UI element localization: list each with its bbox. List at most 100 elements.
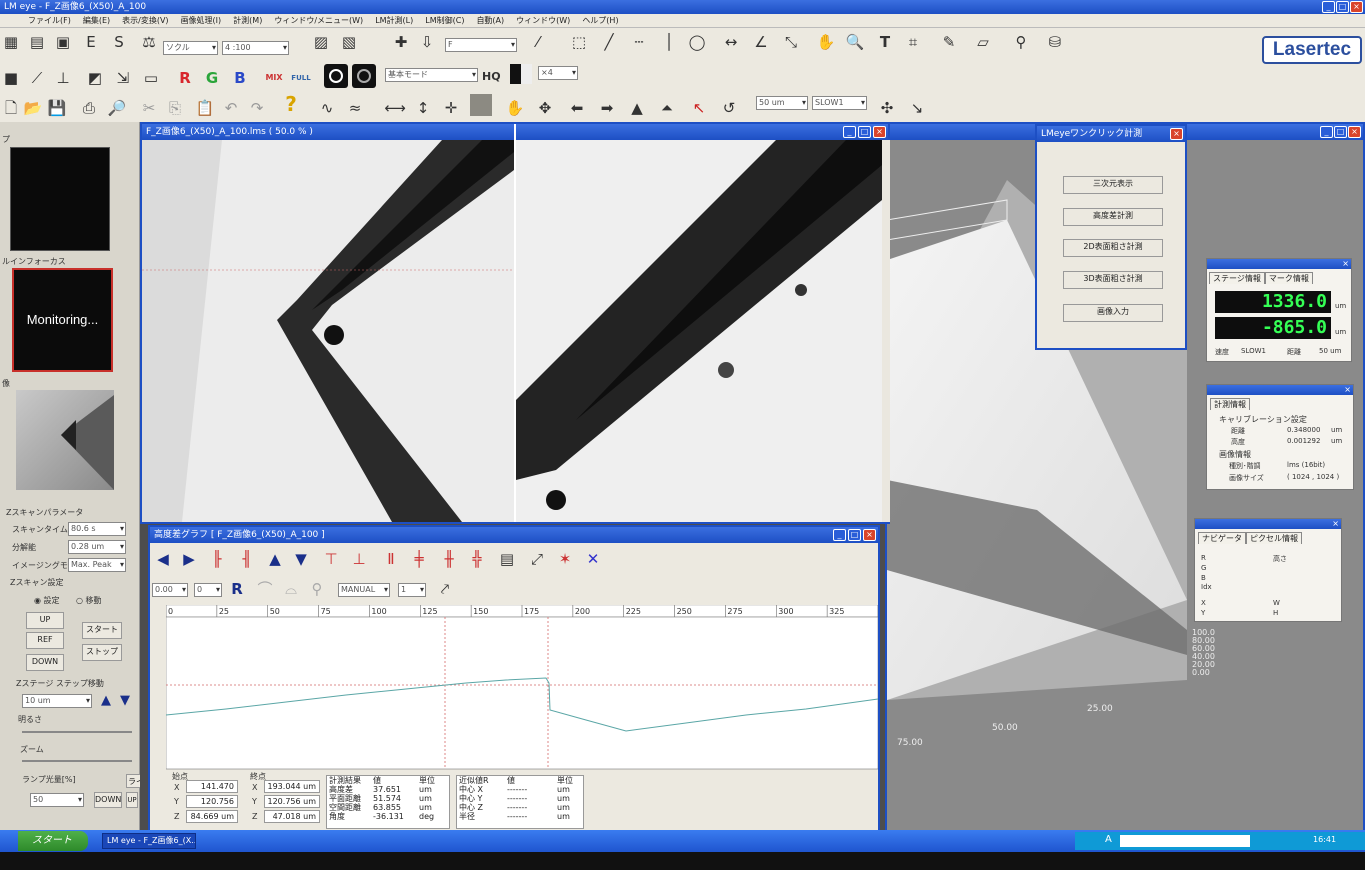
- contrast-icon[interactable]: [510, 64, 532, 84]
- tab-pixel-info[interactable]: ピクセル情報: [1246, 532, 1302, 544]
- sparkle-icon[interactable]: ✣: [876, 98, 898, 118]
- save-icon[interactable]: 💾: [46, 98, 68, 118]
- add-layer-icon[interactable]: ✚: [390, 32, 412, 52]
- down-arrow-icon[interactable]: ⏶: [656, 98, 678, 118]
- light-down-button[interactable]: DOWN: [94, 792, 122, 808]
- eraser-icon[interactable]: ▱: [972, 32, 994, 52]
- scan-icon[interactable]: ▦: [0, 32, 22, 52]
- confocal-button[interactable]: [324, 64, 348, 88]
- mix-button[interactable]: MIX: [263, 68, 285, 88]
- graph-close[interactable]: ×: [863, 529, 876, 541]
- tab-navigator[interactable]: ナビゲータ: [1198, 532, 1246, 544]
- hatch2-icon[interactable]: ▧: [338, 32, 360, 52]
- 2d-roughness-button[interactable]: 2D表面粗さ計測: [1063, 239, 1163, 257]
- oneclick-close[interactable]: ×: [1170, 128, 1183, 140]
- up-button[interactable]: UP: [26, 612, 64, 629]
- scale-icon[interactable]: ⚖: [138, 32, 160, 52]
- help-icon[interactable]: ?: [280, 94, 302, 114]
- s-icon[interactable]: S: [108, 32, 130, 52]
- menu-item-6[interactable]: LM計測(L): [375, 16, 413, 25]
- hand-icon[interactable]: ✋: [815, 32, 837, 52]
- menu-item-7[interactable]: LM制御(C): [425, 16, 464, 25]
- preview-icon[interactable]: 🔎: [106, 98, 128, 118]
- speed-combo[interactable]: SLOW1: [812, 96, 867, 110]
- monitor-icon[interactable]: ▭: [140, 68, 162, 88]
- menu-item-3[interactable]: 画像処理(I): [181, 16, 222, 25]
- rect-select-icon[interactable]: ⬚: [568, 32, 590, 52]
- measure-icon[interactable]: ↔: [720, 32, 742, 52]
- x4-combo[interactable]: ×4: [538, 66, 578, 80]
- arc2-icon[interactable]: ⌓: [280, 579, 302, 599]
- height-icon[interactable]: Ⅱ: [380, 549, 402, 569]
- marker-left-icon[interactable]: ╟: [206, 549, 228, 569]
- graph-down-icon[interactable]: ▼: [290, 549, 312, 569]
- menu-item-4[interactable]: 計測(M): [233, 16, 262, 25]
- ramp-icon[interactable]: ⟋: [26, 68, 48, 88]
- graph-combo-a[interactable]: 0.00: [152, 583, 188, 597]
- line-icon[interactable]: ╱: [598, 32, 620, 52]
- meas-close-icon[interactable]: ×: [1344, 385, 1351, 395]
- width2-icon[interactable]: ╬: [466, 549, 488, 569]
- view3d-minimize[interactable]: _: [1320, 126, 1333, 138]
- manual-combo[interactable]: MANUAL: [338, 583, 390, 597]
- graph-up-icon[interactable]: ▲: [264, 549, 286, 569]
- menu-item-5[interactable]: ウィンドウ/メニュー(W): [274, 16, 363, 25]
- return-icon[interactable]: ↺: [718, 98, 740, 118]
- resolution-combo[interactable]: 0.28 um: [68, 540, 126, 554]
- stop-button[interactable]: ストップ: [82, 644, 122, 661]
- f-combo[interactable]: F: [445, 38, 517, 52]
- hatch-icon[interactable]: ▨: [310, 32, 332, 52]
- microscope-image-right[interactable]: [516, 140, 882, 522]
- mode-combo[interactable]: 基本モード: [385, 68, 478, 82]
- export-icon[interactable]: ⇲: [112, 68, 134, 88]
- width-icon[interactable]: ╫: [438, 549, 460, 569]
- height2-icon[interactable]: ╪: [408, 549, 430, 569]
- hq-label[interactable]: HQ: [482, 70, 501, 83]
- graph-maximize[interactable]: □: [848, 529, 861, 541]
- r-channel-button[interactable]: R: [174, 68, 196, 88]
- view3d-close[interactable]: ×: [1348, 126, 1361, 138]
- paste-icon[interactable]: 📋: [194, 98, 216, 118]
- crop-icon[interactable]: ⌗: [902, 32, 924, 52]
- hand2-icon[interactable]: ✋: [504, 98, 526, 118]
- step-up-arrow-icon[interactable]: ▲: [101, 694, 117, 708]
- print-icon[interactable]: ⎙: [78, 98, 100, 118]
- slope-icon[interactable]: ⤤: [434, 579, 456, 599]
- image-mode-combo[interactable]: Max. Peak: [68, 558, 126, 572]
- up-arrow-icon[interactable]: ▲: [626, 98, 648, 118]
- peak-icon[interactable]: ✶: [554, 549, 576, 569]
- step-um-combo[interactable]: 50 um: [756, 96, 808, 110]
- h-arrows-icon[interactable]: ⟷: [384, 98, 406, 118]
- zoom-slider[interactable]: [22, 760, 132, 762]
- stop-square-icon[interactable]: ■: [0, 68, 22, 88]
- taskbar-lmeye-item[interactable]: LM eye - F_Z画像6_(X...: [102, 833, 196, 849]
- left-arrow-icon[interactable]: ⬅: [566, 98, 588, 118]
- down-button[interactable]: DOWN: [26, 654, 64, 671]
- fill-icon[interactable]: ⛁: [1044, 32, 1066, 52]
- menu-item-1[interactable]: 編集(E): [83, 16, 110, 25]
- step-combo[interactable]: 10 um: [22, 694, 92, 708]
- graph-minimize[interactable]: _: [833, 529, 846, 541]
- zoom-combo[interactable]: 4 :100: [222, 41, 289, 55]
- vertical-line-icon[interactable]: │: [658, 32, 680, 52]
- tab-meas-info[interactable]: 計測情報: [1210, 398, 1250, 410]
- radio-set[interactable]: ◉ 設定: [34, 595, 60, 606]
- menu-item-10[interactable]: ヘルプ(H): [582, 16, 618, 25]
- image-scrollbar[interactable]: [882, 140, 890, 522]
- radio-move[interactable]: ○ 移動: [76, 595, 102, 606]
- tab-stage-info[interactable]: ステージ情報: [1209, 272, 1265, 284]
- gray-square-icon[interactable]: [470, 94, 492, 116]
- level-icon[interactable]: ⊥: [52, 68, 74, 88]
- image-input-button[interactable]: 画像入力: [1063, 304, 1163, 322]
- microscope-image-left[interactable]: [142, 140, 514, 522]
- zoom-graph-icon[interactable]: ⤢: [526, 549, 548, 569]
- down-layer-icon[interactable]: ⇩: [416, 32, 438, 52]
- pin-icon[interactable]: ⚲: [306, 579, 328, 599]
- 3d-roughness-button[interactable]: 3D表面粗さ計測: [1063, 271, 1163, 289]
- new-file-icon[interactable]: 🗋: [0, 98, 22, 118]
- diag-measure-icon[interactable]: ⤡: [780, 32, 802, 52]
- 3d-display-button[interactable]: 三次元表示: [1063, 176, 1163, 194]
- text-icon[interactable]: T: [874, 32, 896, 52]
- wave-icon[interactable]: ∿: [316, 98, 338, 118]
- close-button[interactable]: ×: [1350, 1, 1363, 13]
